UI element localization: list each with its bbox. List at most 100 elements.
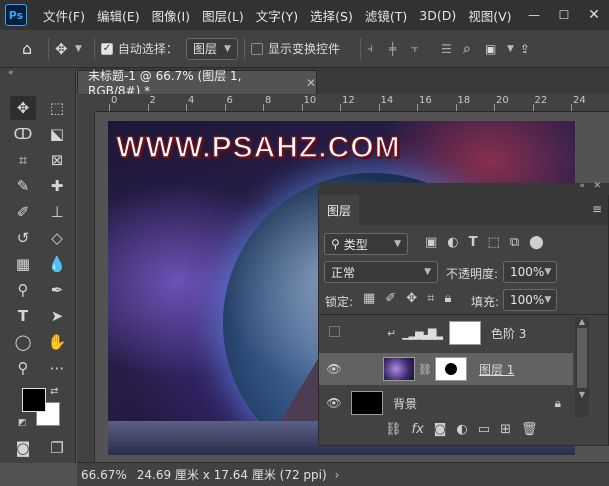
zoom-tool[interactable]: ⚲ xyxy=(10,356,36,380)
group-icon[interactable]: ▭ xyxy=(473,422,495,437)
default-colors-icon[interactable]: ◩ xyxy=(18,418,27,428)
auto-select-target-dropdown[interactable]: 图层 ▼ xyxy=(185,37,238,60)
search-icon[interactable]: ⌕ xyxy=(463,41,485,57)
close-icon[interactable]: ✕ xyxy=(306,76,316,90)
add-mask-icon[interactable]: ◙ xyxy=(429,422,452,437)
zoom-level[interactable]: 66.67% xyxy=(81,468,127,482)
workspace-icon[interactable]: ▣ xyxy=(485,42,507,56)
layer-thumbnail[interactable] xyxy=(383,357,415,381)
scroll-up-icon[interactable]: ▲ xyxy=(575,317,589,326)
menu-3d[interactable]: 3D(D) xyxy=(413,8,462,23)
menu-view[interactable]: 视图(V) xyxy=(462,6,517,25)
document-tab[interactable]: 未标题-1 @ 66.7% (图层 1, RGB/8#) * ✕ xyxy=(77,69,317,98)
menu-filter[interactable]: 滤镜(T) xyxy=(359,6,413,25)
auto-select-checkbox[interactable]: ✓ xyxy=(100,42,113,55)
layer-row-background[interactable]: 👁︎ 背景 🔒︎ xyxy=(319,387,573,419)
frame-tool[interactable]: ⊠ xyxy=(44,148,70,172)
hand-tool[interactable]: ✋ xyxy=(44,330,70,354)
collapse-icon[interactable]: « xyxy=(579,181,585,191)
panel-menu-icon[interactable]: ≡ xyxy=(592,202,602,216)
lock-transparency-icon[interactable]: ▦ xyxy=(358,291,380,306)
menu-select[interactable]: 选择(S) xyxy=(304,6,359,25)
layer-mask-thumbnail[interactable] xyxy=(434,357,467,381)
swap-colors-icon[interactable]: ⇄ xyxy=(50,386,58,397)
adjustment-filter-icon[interactable]: ◐ xyxy=(442,235,463,250)
eraser-tool[interactable]: ◇ xyxy=(44,226,70,250)
maximize-icon[interactable]: ☐ xyxy=(549,8,579,22)
pixel-filter-icon[interactable]: ▣ xyxy=(420,235,442,250)
healing-tool[interactable]: ✚ xyxy=(44,174,70,198)
close-icon[interactable]: ✕ xyxy=(593,181,601,191)
history-brush-tool[interactable]: ↺ xyxy=(10,226,36,250)
menu-layer[interactable]: 图层(L) xyxy=(196,6,250,25)
eye-icon[interactable]: 👁︎ xyxy=(325,362,343,376)
artboard-tool[interactable]: ⬚ xyxy=(44,96,70,120)
path-select-tool[interactable]: ➤ xyxy=(44,304,70,328)
lock-artboard-icon[interactable]: ⌗ xyxy=(422,291,439,306)
brush-tool[interactable]: ✐ xyxy=(10,200,36,224)
close-icon[interactable]: ✕ xyxy=(579,7,609,23)
eye-icon[interactable]: 👁︎ xyxy=(325,396,343,410)
filter-toggle-icon[interactable]: ⬤ xyxy=(524,235,549,250)
gradient-tool[interactable]: ▦ xyxy=(10,252,36,276)
menu-type[interactable]: 文字(Y) xyxy=(250,6,304,25)
type-filter-icon[interactable]: T xyxy=(464,235,483,250)
scrollbar-thumb[interactable] xyxy=(577,328,587,388)
chevron-down-icon[interactable]: ▼ xyxy=(75,44,82,54)
lock-all-icon[interactable]: 🔒︎ xyxy=(439,291,456,306)
layer-mask-thumbnail[interactable] xyxy=(448,321,481,345)
quick-mask-icon[interactable]: ◙ xyxy=(10,436,36,460)
layer-row-layer1[interactable]: 👁︎ ⛓ 图层 1 xyxy=(319,353,573,385)
new-layer-icon[interactable]: ⊞ xyxy=(495,422,516,437)
opacity-field[interactable]: 100% ▼ xyxy=(503,261,557,283)
type-tool[interactable]: T xyxy=(10,304,36,328)
lasso-tool[interactable]: ↀ xyxy=(10,122,36,146)
scroll-down-icon[interactable]: ▼ xyxy=(575,390,589,399)
lock-position-icon[interactable]: ✥ xyxy=(401,291,422,306)
align-right-icon[interactable]: ⫟ xyxy=(411,41,433,56)
collapse-icon[interactable]: « xyxy=(8,68,14,78)
chevron-right-icon[interactable]: › xyxy=(335,468,340,482)
blur-tool[interactable]: 💧 xyxy=(44,252,70,276)
dodge-tool[interactable]: ⚲ xyxy=(10,278,36,302)
layers-scrollbar[interactable]: ▲ ▼ xyxy=(575,317,589,417)
screen-mode-icon[interactable]: ❐ xyxy=(44,436,70,460)
distribute-icon[interactable]: ☰ xyxy=(441,42,463,56)
visibility-toggle-off[interactable] xyxy=(325,326,343,340)
crop-tool[interactable]: ⌗ xyxy=(10,148,36,172)
chevron-down-icon[interactable]: ▼ xyxy=(507,44,514,54)
layer-filter-dropdown[interactable]: ⚲ 类型 ▼ xyxy=(324,233,408,255)
foreground-color-swatch[interactable] xyxy=(22,388,46,412)
quick-select-tool[interactable]: ⬕ xyxy=(44,122,70,146)
adjustment-layer-icon[interactable]: ◐ xyxy=(451,422,472,437)
photoshop-logo[interactable]: Ps xyxy=(5,4,27,26)
home-icon[interactable]: ⌂ xyxy=(22,39,42,58)
fill-field[interactable]: 100% ▼ xyxy=(503,289,557,311)
tab-layers[interactable]: 图层 xyxy=(319,195,359,225)
shape-filter-icon[interactable]: ⬚ xyxy=(483,235,505,250)
lock-pixels-icon[interactable]: ✐ xyxy=(380,291,401,306)
menu-file[interactable]: 文件(F) xyxy=(37,6,91,25)
minimize-icon[interactable]: — xyxy=(519,8,549,22)
link-layers-icon[interactable]: ⛓ xyxy=(380,422,407,437)
menu-image[interactable]: 图像(I) xyxy=(146,6,196,25)
eyedropper-tool[interactable]: ✎ xyxy=(10,174,36,198)
smart-object-filter-icon[interactable]: ⧉ xyxy=(505,235,524,250)
blend-mode-dropdown[interactable]: 正常 ▼ xyxy=(324,261,438,283)
delete-icon[interactable]: 🗑︎ xyxy=(516,422,543,437)
stamp-tool[interactable]: ⊥ xyxy=(44,200,70,224)
align-left-icon[interactable]: ⫞ xyxy=(367,41,389,56)
share-icon[interactable]: ⇪ xyxy=(520,42,542,56)
move-tool[interactable]: ✥ xyxy=(10,96,36,120)
show-transform-checkbox[interactable] xyxy=(250,42,263,55)
layer-thumbnail[interactable] xyxy=(351,391,383,415)
pen-tool[interactable]: ✒ xyxy=(44,278,70,302)
menu-edit[interactable]: 编辑(E) xyxy=(91,6,146,25)
fx-icon[interactable]: fx xyxy=(407,422,429,437)
more-tools-icon[interactable]: ⋯ xyxy=(44,356,70,380)
ellipse-tool[interactable]: ◯ xyxy=(10,330,36,354)
move-tool-icon[interactable]: ✥ xyxy=(55,40,75,58)
layer-row-levels[interactable]: ↵ ▁▂▅▃▇▂ 色阶 3 xyxy=(319,317,573,349)
document-info[interactable]: 24.69 厘米 x 17.64 厘米 (72 ppi) xyxy=(137,466,327,483)
align-center-icon[interactable]: ╪ xyxy=(389,42,411,56)
